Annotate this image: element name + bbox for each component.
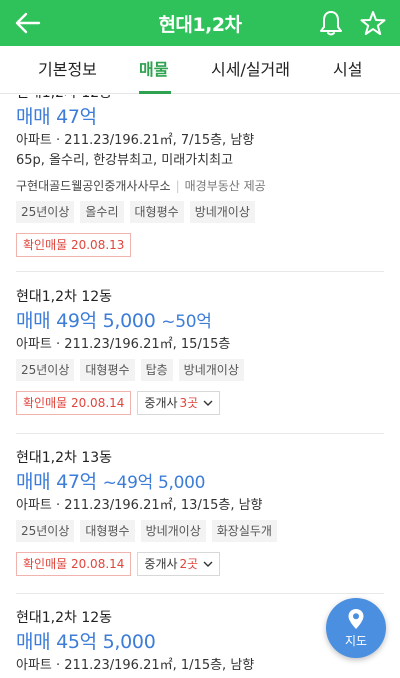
listing-card[interactable]: 현대1,2차 13동 매매 47억 ~49억 5,000 아파트 · 211.2… <box>0 448 400 576</box>
tab-bar: 기본정보 매물 시세/실거래 시설 <box>0 46 400 94</box>
tag: 탑층 <box>140 359 173 381</box>
tag: 25년이상 <box>16 520 75 542</box>
page-title: 현대1,2차 <box>158 13 242 36</box>
divider <box>16 271 384 272</box>
listing-description: 65p, 올수리, 한강뷰최고, 미래가치최고 <box>16 153 234 168</box>
listing-info: 아파트 · 211.23/196.21㎡, 7/15층, 남향 <box>16 133 255 148</box>
listing-tags: 25년이상 올수리 대형평수 방네개이상 <box>16 201 384 223</box>
broker-dropdown[interactable]: 중개사 2곳 <box>137 552 221 576</box>
confirmed-badge: 확인매물 20.08.13 <box>16 233 132 257</box>
tag: 25년이상 <box>16 359 75 381</box>
tag: 대형평수 <box>129 201 184 223</box>
tag: 방네개이상 <box>178 359 244 381</box>
active-tab-indicator <box>139 91 171 94</box>
divider <box>16 433 384 434</box>
broker-dropdown[interactable]: 중개사 3곳 <box>137 391 221 415</box>
listing-price: 매매 47억 ~49억 5,000 <box>16 471 206 493</box>
map-button-label: 지도 <box>344 633 368 648</box>
listing-agency: 구현대골드웰공인중개사사무소 | 매경부동산 제공 <box>16 179 266 193</box>
listing-tags: 25년이상 대형평수 방네개이상 화장실두개 <box>16 520 384 542</box>
bell-icon[interactable] <box>318 9 344 37</box>
tag: 대형평수 <box>80 359 135 381</box>
divider <box>16 593 384 594</box>
tab-facilities[interactable]: 시설 <box>333 46 362 94</box>
listing-list[interactable]: 현대1,2차 12동 매매 47억 아파트 · 211.23/196.21㎡, … <box>0 95 400 678</box>
chevron-down-icon <box>203 400 213 406</box>
app-header: 현대1,2차 <box>0 0 400 46</box>
confirmed-badge: 확인매물 20.08.14 <box>16 552 132 576</box>
tag: 방네개이상 <box>189 201 255 223</box>
map-button[interactable]: 지도 <box>326 598 386 658</box>
listing-complex: 현대1,2차 12동 <box>16 95 384 103</box>
listing-complex: 현대1,2차 13동 <box>16 450 113 466</box>
listing-info: 아파트 · 211.23/196.21㎡, 1/15층, 남향 <box>16 658 255 673</box>
listing-info: 아파트 · 211.23/196.21㎡, 15/15층 <box>16 337 231 352</box>
listing-card[interactable]: 현대1,2차 12동 매매 49억 5,000 ~50억 아파트 · 211.2… <box>0 287 400 415</box>
arrow-left-icon[interactable] <box>14 9 42 37</box>
listing-tags: 25년이상 대형평수 탑층 방네개이상 <box>16 359 384 381</box>
tag: 방네개이상 <box>140 520 206 542</box>
confirmed-badge: 확인매물 20.08.14 <box>16 391 132 415</box>
listing-info: 아파트 · 211.23/196.21㎡, 13/15층, 남향 <box>16 498 263 513</box>
map-pin-icon <box>348 608 364 629</box>
tag: 25년이상 <box>16 201 75 223</box>
listing-price: 매매 47억 <box>16 106 97 128</box>
star-icon[interactable] <box>360 9 386 37</box>
tag: 대형평수 <box>80 520 135 542</box>
tab-price-trades[interactable]: 시세/실거래 <box>211 46 290 94</box>
chevron-down-icon <box>203 561 213 567</box>
tab-listings[interactable]: 매물 <box>139 46 168 94</box>
tag: 올수리 <box>80 201 124 223</box>
listing-card[interactable]: 현대1,2차 12동 매매 47억 아파트 · 211.23/196.21㎡, … <box>0 95 400 257</box>
listing-complex: 현대1,2차 12동 <box>16 289 113 305</box>
tag: 화장실두개 <box>211 520 277 542</box>
listing-price: 매매 49억 5,000 ~50억 <box>16 310 212 332</box>
tab-basic-info[interactable]: 기본정보 <box>38 46 97 94</box>
